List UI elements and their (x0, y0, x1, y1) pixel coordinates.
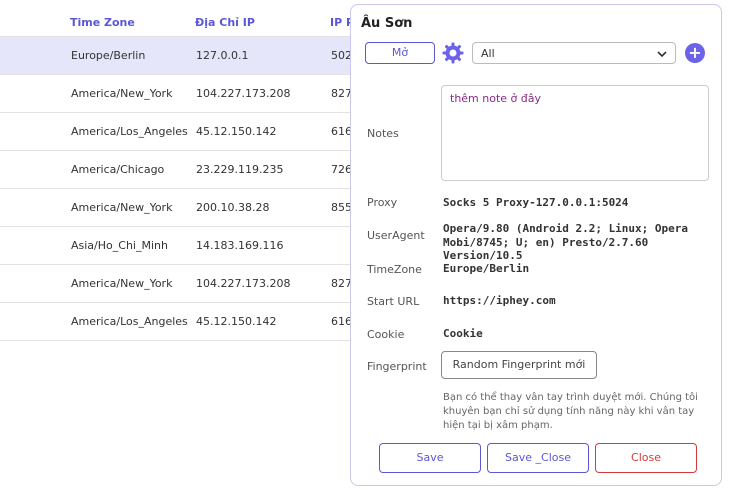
fingerprint-hint: Bạn có thể thay vân tay trình duyệt mới.… (443, 392, 698, 431)
cell-timezone: America/Los_Angeles (71, 315, 188, 328)
timezone-label: TimeZone (367, 263, 422, 276)
save-button[interactable]: Save (379, 443, 481, 473)
save-close-button[interactable]: Save _Close (487, 443, 589, 473)
gear-icon[interactable] (442, 42, 464, 64)
table-row[interactable]: America/New_York 104.227.173.208 827 (0, 265, 360, 303)
table-row[interactable]: America/Los_Angeles 45.12.150.142 616 (0, 113, 360, 151)
random-fingerprint-button[interactable]: Random Fingerprint mới (441, 351, 597, 379)
cell-ip: 127.0.0.1 (196, 49, 249, 62)
cell-ip: 45.12.150.142 (196, 315, 277, 328)
close-button[interactable]: Close (595, 443, 697, 473)
table-header: Time Zone Địa Chỉ IP IP P (0, 10, 360, 37)
cell-ip: 14.183.169.116 (196, 239, 284, 252)
cell-timezone: Europe/Berlin (71, 49, 146, 62)
cookie-label: Cookie (367, 328, 405, 341)
column-header-ip[interactable]: Địa Chỉ IP (195, 16, 255, 29)
add-icon[interactable]: + (685, 43, 705, 63)
start-url-value: https://iphey.com (443, 294, 556, 307)
column-header-timezone[interactable]: Time Zone (70, 16, 135, 29)
notes-textarea[interactable]: thêm note ở đây (441, 85, 709, 181)
group-select[interactable]: All (472, 42, 676, 64)
cell-ip: 104.227.173.208 (196, 87, 291, 100)
chevron-down-icon (657, 51, 667, 58)
cell-timezone: America/Chicago (71, 163, 165, 176)
cell-port: 827 (331, 87, 352, 100)
profile-edit-panel: Âu Sơn Mở All + Notes thêm note ở đây Pr… (350, 4, 722, 486)
cell-ip: 23.229.119.235 (196, 163, 284, 176)
cell-port: 855 (331, 201, 352, 214)
panel-title: Âu Sơn (361, 16, 413, 31)
cookie-value: Cookie (443, 327, 483, 340)
group-select-value: All (481, 47, 495, 60)
notes-value: thêm note ở đây (450, 92, 542, 105)
table-row[interactable]: America/New_York 200.10.38.28 855 (0, 189, 360, 227)
cell-ip: 104.227.173.208 (196, 277, 291, 290)
cell-ip: 200.10.38.28 (196, 201, 270, 214)
proxy-label: Proxy (367, 196, 398, 209)
cell-timezone: America/New_York (71, 87, 173, 100)
cell-ip: 45.12.150.142 (196, 125, 277, 138)
cell-port: 616 (331, 315, 352, 328)
notes-label: Notes (367, 127, 399, 140)
table-row[interactable]: America/Chicago 23.229.119.235 726 (0, 151, 360, 189)
cell-timezone: Asia/Ho_Chi_Minh (71, 239, 168, 252)
table-row[interactable]: Europe/Berlin 127.0.0.1 502 (0, 37, 360, 75)
proxy-value: Socks 5 Proxy-127.0.0.1:5024 (443, 196, 629, 209)
cell-timezone: America/New_York (71, 277, 173, 290)
cell-port: 502 (331, 49, 352, 62)
table-row[interactable]: America/Los_Angeles 45.12.150.142 616 (0, 303, 360, 341)
useragent-value-line2: Mobi/8745; U; en) Presto/2.7.60 Version/… (443, 236, 649, 262)
useragent-label: UserAgent (367, 229, 425, 242)
timezone-value: Europe/Berlin (443, 262, 530, 275)
open-button[interactable]: Mở (365, 42, 435, 64)
table-row[interactable]: America/New_York 104.227.173.208 827 (0, 75, 360, 113)
fingerprint-label: Fingerprint (367, 360, 427, 373)
cell-timezone: America/Los_Angeles (71, 125, 188, 138)
cell-port: 616 (331, 125, 352, 138)
cell-port: 726 (331, 163, 352, 176)
table-row[interactable]: Asia/Ho_Chi_Minh 14.183.169.116 (0, 227, 360, 265)
start-url-label: Start URL (367, 295, 420, 308)
cell-timezone: America/New_York (71, 201, 173, 214)
useragent-value-line1: Opera/9.80 (Android 2.2; Linux; Opera (443, 222, 689, 235)
cell-port: 827 (331, 277, 352, 290)
